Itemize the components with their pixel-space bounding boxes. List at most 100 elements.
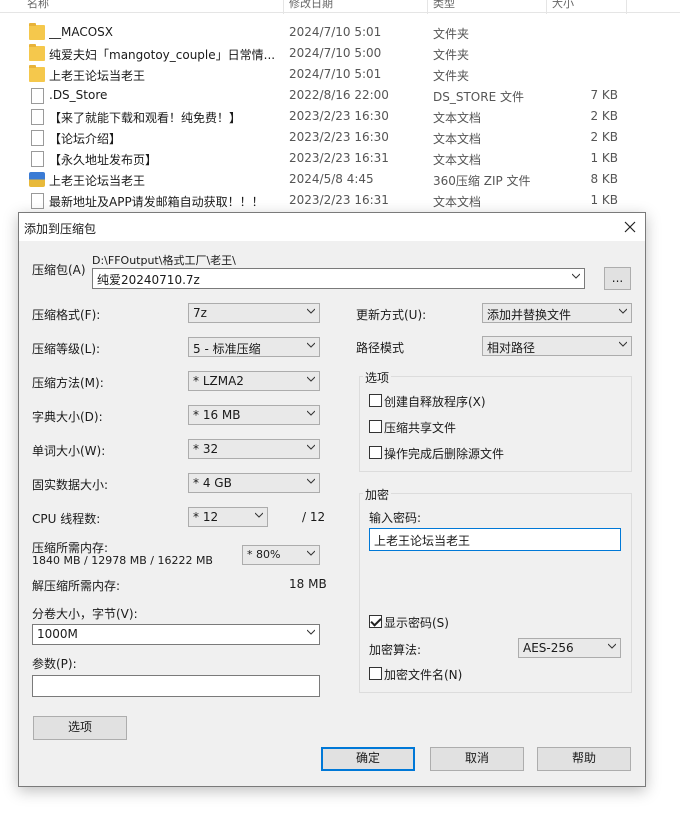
path-mode-select[interactable]: 相对路径 [482,336,632,356]
file-name: 上老王论坛当老王 [49,69,146,83]
column-divider[interactable] [283,0,284,14]
format-select[interactable]: 7z [188,303,320,323]
file-row[interactable]: 上老王论坛当老王 2024/7/10 5:01 文件夹 [0,64,640,85]
file-date: 2024/7/10 5:00 [289,46,382,60]
dictionary-label: 字典大小(D): [32,410,103,424]
encrypt-names-checkbox[interactable] [369,667,382,680]
chevron-down-icon [307,550,315,556]
file-icon [31,109,44,125]
split-size-combo[interactable]: 1000M [32,624,320,645]
method-label: 压缩方法(M): [32,376,104,390]
delete-after-checkbox[interactable] [369,446,382,459]
dictionary-select[interactable]: * 16 MB [188,405,320,425]
solid-size-select[interactable]: * 4 GB [188,473,320,493]
ok-button[interactable]: 确定 [321,747,415,771]
show-password-label[interactable]: 显示密码(S) [384,614,449,631]
chevron-down-icon [307,376,315,382]
column-name[interactable]: 名称 [27,0,49,11]
file-row[interactable]: __MACOSX 2024/7/10 5:01 文件夹 [0,22,640,43]
title-bar[interactable]: 添加到压缩包 [19,213,645,241]
path-mode-label: 路径模式 [356,341,405,355]
encryption-method-label: 加密算法: [369,643,422,657]
archive-name-combo[interactable]: 纯爱20240710.7z [92,268,585,289]
word-size-select[interactable]: * 32 [188,439,320,459]
options-button[interactable]: 选项 [33,716,127,740]
sfx-label[interactable]: 创建自释放程序(X) [384,393,486,410]
file-row[interactable]: 【来了就能下载和观看！纯免费！】 2023/2/23 16:30 文本文档 2 … [0,106,640,127]
file-date: 2024/7/10 5:01 [289,25,382,39]
shared-files-checkbox[interactable] [369,420,382,433]
file-size: 1 KB [590,151,618,165]
level-label: 压缩等级(L): [32,342,101,356]
file-icon [31,151,44,167]
file-size: 2 KB [590,130,618,144]
chevron-down-icon [307,444,315,450]
cpu-threads-select[interactable]: * 12 [188,507,268,527]
column-divider[interactable] [546,0,547,14]
file-row[interactable]: 【永久地址发布页】 2023/2/23 16:31 文本文档 1 KB [0,148,640,169]
level-select[interactable]: 5 - 标准压缩 [188,337,320,357]
options-group-title: 选项 [363,369,392,386]
delete-after-label[interactable]: 操作完成后删除源文件 [384,445,504,462]
file-name: 【来了就能下载和观看！纯免费！】 [49,111,242,125]
column-date[interactable]: 修改日期 [289,0,333,11]
show-password-checkbox[interactable] [369,615,382,628]
encryption-method-value: AES-256 [523,641,574,655]
cpu-threads-label: CPU 线程数: [32,512,101,526]
archive-path: D:\FFOutput\格式工厂\老王\ [92,254,236,267]
file-type: 文本文档 [433,153,482,167]
file-row[interactable]: 上老王论坛当老王 2024/5/8 4:45 360压缩 ZIP 文件 8 KB [0,169,640,190]
dialog-title: 添加到压缩包 [24,222,97,236]
browse-button[interactable]: ... [604,267,631,290]
chevron-down-icon [572,273,580,279]
close-button[interactable] [615,213,645,241]
file-type: 360压缩 ZIP 文件 [433,174,531,188]
file-size: 2 KB [590,109,618,123]
column-size[interactable]: 大小 [552,0,574,11]
file-row[interactable]: 最新地址及APP请发邮箱自动获取！！！ 2023/2/23 16:31 文本文档… [0,190,640,211]
cancel-button[interactable]: 取消 [430,747,524,771]
chevron-down-icon [619,341,627,347]
split-size-label: 分卷大小，字节(V): [32,607,138,621]
format-value: 7z [193,306,207,320]
file-type: DS_STORE 文件 [433,90,524,104]
close-icon [624,221,636,233]
password-input[interactable]: 上老王论坛当老王 [369,528,621,551]
help-button[interactable]: 帮助 [537,747,631,771]
file-size: 1 KB [590,193,618,207]
level-value: 5 - 标准压缩 [193,342,261,356]
method-select[interactable]: * LZMA2 [188,371,320,391]
archive-name-value: 纯爱20240710.7z [97,273,200,287]
file-icon [31,130,44,146]
word-size-value: * 32 [193,442,219,456]
column-divider[interactable] [427,0,428,14]
split-size-value: 1000M [37,627,78,641]
encrypt-names-label[interactable]: 加密文件名(N) [384,666,462,683]
file-row[interactable]: 【论坛介绍】 2023/2/23 16:30 文本文档 2 KB [0,127,640,148]
file-row[interactable]: .DS_Store 2022/8/16 22:00 DS_STORE 文件 7 … [0,85,640,106]
file-size: 8 KB [590,172,618,186]
encryption-group-title: 加密 [363,486,392,503]
file-date: 2023/2/23 16:31 [289,151,389,165]
file-name: 最新地址及APP请发邮箱自动获取！！！ [49,195,264,209]
path-mode-value: 相对路径 [487,341,536,355]
password-label: 输入密码: [369,511,422,525]
file-size: 7 KB [590,88,618,102]
chevron-down-icon [307,410,315,416]
parameters-input[interactable] [32,675,320,697]
file-icon [31,193,44,209]
memory-percent-select[interactable]: * 80% [242,545,320,565]
folder-icon [29,65,45,82]
password-value: 上老王论坛当老王 [374,534,471,548]
column-type[interactable]: 类型 [433,0,455,11]
encryption-method-select[interactable]: AES-256 [518,638,621,658]
file-name: __MACOSX [49,25,114,39]
file-date: 2024/5/8 4:45 [289,172,374,186]
update-mode-select[interactable]: 添加并替换文件 [482,303,632,323]
sfx-checkbox[interactable] [369,394,382,407]
add-to-archive-dialog: 添加到压缩包 压缩包(A) D:\FFOutput\格式工厂\老王\ 纯爱202… [18,212,646,787]
file-row[interactable]: 纯爱夫妇「mangotoy_couple」日常情... 2024/7/10 5:… [0,43,640,64]
column-divider[interactable] [626,0,627,14]
word-size-label: 单词大小(W): [32,444,106,458]
shared-files-label[interactable]: 压缩共享文件 [384,419,456,436]
